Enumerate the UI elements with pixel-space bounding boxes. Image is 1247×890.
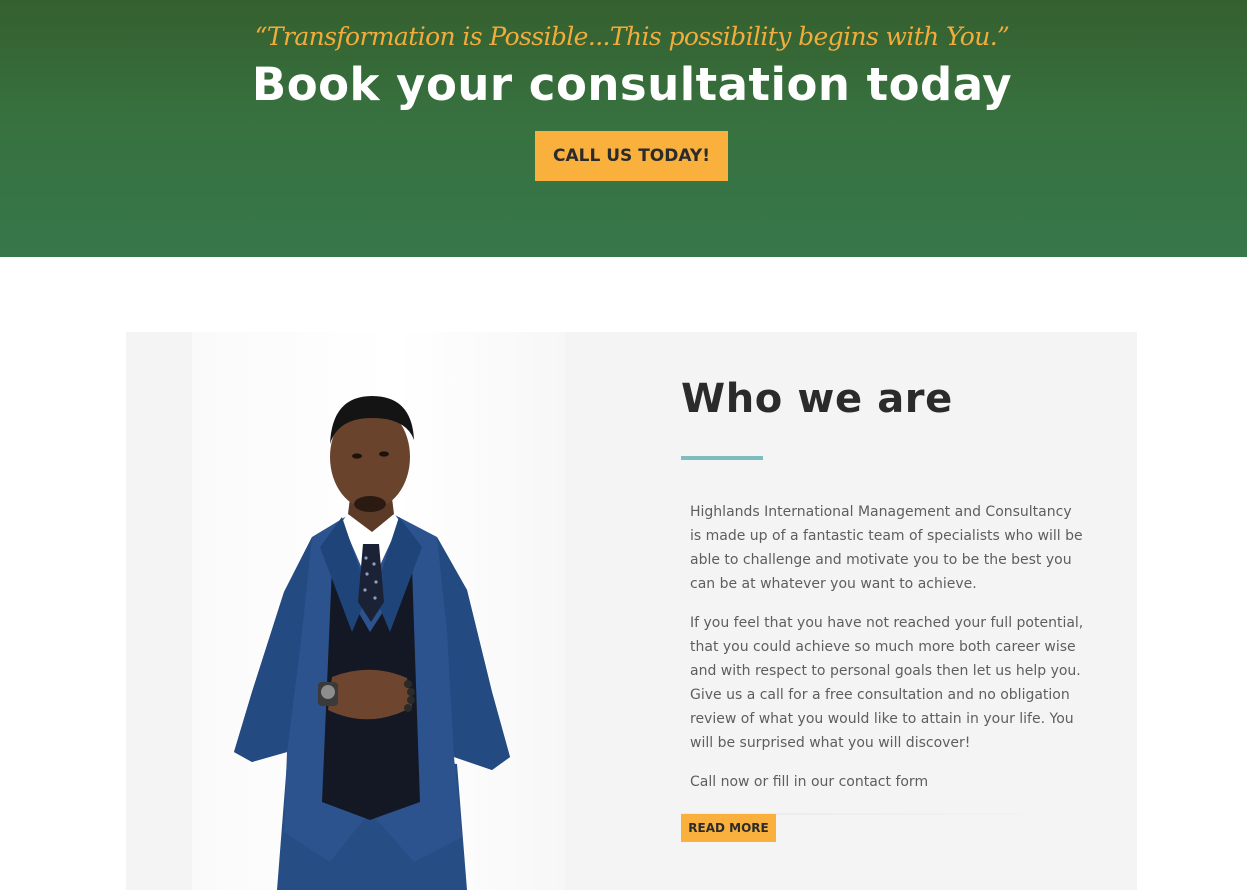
section-title: Who we are: [681, 376, 953, 422]
consultant-illustration: [234, 396, 510, 890]
cta-banner: “Transformation is Possible...This possi…: [0, 0, 1247, 257]
hero-quote: “Transformation is Possible...This possi…: [254, 22, 1010, 51]
about-paragraph: If you feel that you have not reached yo…: [690, 615, 1084, 751]
title-divider: [681, 456, 763, 460]
about-paragraph: Highlands International Management and C…: [690, 504, 1083, 592]
call-us-button[interactable]: CALL US TODAY!: [535, 131, 728, 181]
hero-title: Book your consultation today: [251, 58, 1013, 111]
about-paragraph: Call now or fill in our contact form: [690, 774, 929, 790]
who-we-are-section: Who we are Highlands International Manag…: [126, 332, 1137, 890]
read-more-button[interactable]: READ MORE: [681, 814, 776, 842]
about-description: Highlands International Management and C…: [690, 500, 1086, 809]
consultant-photo: [192, 332, 565, 890]
